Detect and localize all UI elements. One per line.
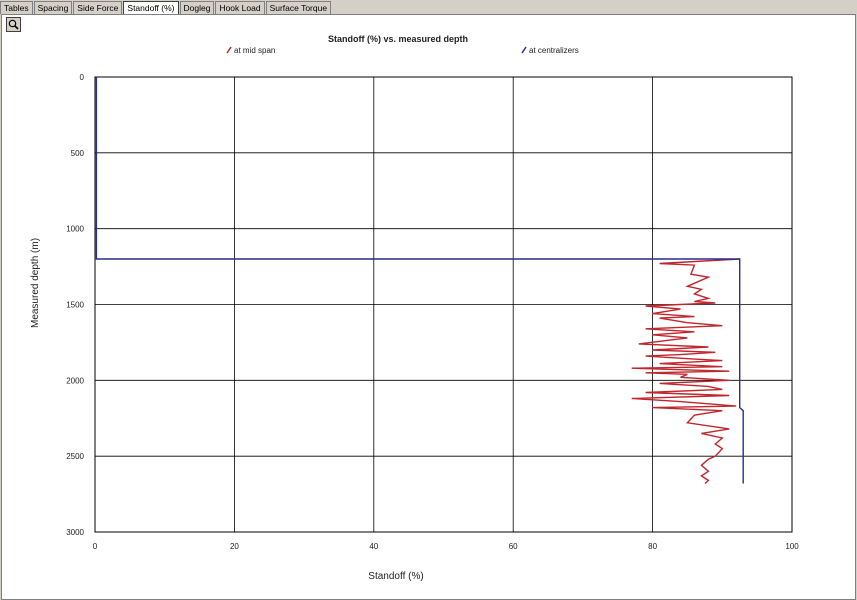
tick-labels: 0 20 40 60 80 100050010001500200025003000 — [66, 73, 799, 551]
legend-label: at mid span — [234, 46, 275, 55]
y-tick-label: 1000 — [66, 225, 84, 234]
x-tick-label: 20 — [230, 542, 239, 551]
legend: at mid span at centralizers — [226, 46, 579, 55]
series-line-at-centralizers — [95, 77, 744, 484]
y-tick-label: 1500 — [66, 301, 84, 310]
chart-title: Standoff (%) vs. measured depth — [328, 34, 468, 44]
y-axis-label: Measured depth (m) — [30, 238, 41, 328]
series-line-at-mid-span — [631, 258, 740, 485]
legend-label: at centralizers — [529, 46, 579, 55]
y-tick-label: 2000 — [66, 376, 84, 385]
legend-swatch — [521, 46, 527, 54]
x-tick-label: 40 — [369, 542, 378, 551]
x-tick-label: 80 — [648, 542, 657, 551]
x-tick-label: 0 — [93, 542, 98, 551]
y-tick-label: 2500 — [66, 452, 84, 461]
y-tick-label: 3000 — [66, 528, 84, 537]
x-tick-label: 100 — [785, 542, 799, 551]
y-tick-label: 500 — [71, 149, 85, 158]
x-axis-label: Standoff (%) — [368, 571, 423, 582]
x-tick-label: 60 — [509, 542, 518, 551]
legend-swatch — [226, 46, 232, 54]
y-tick-label: 0 — [80, 73, 85, 82]
series-lines — [95, 77, 744, 485]
standoff-chart: Standoff (%) vs. measured depth at mid s… — [30, 34, 799, 582]
